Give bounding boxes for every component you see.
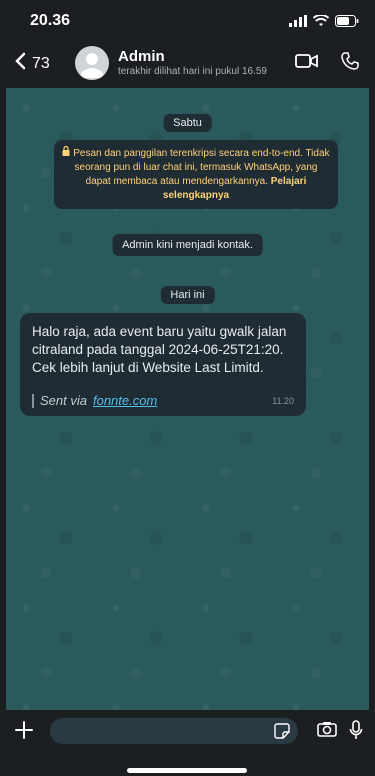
chat-area[interactable]: Sabtu Pesan dan panggilan terenkripsi se… <box>6 88 369 710</box>
status-time: 20.36 <box>30 12 71 29</box>
microphone-icon[interactable] <box>349 720 363 745</box>
date-separator-saturday: Sabtu <box>163 114 212 132</box>
quote-bar <box>32 393 34 408</box>
system-message-contact: Admin kini menjadi kontak. <box>112 234 263 256</box>
home-bar-area <box>0 752 375 776</box>
header-actions <box>295 52 359 75</box>
sticker-icon[interactable] <box>274 723 290 744</box>
phone-call-icon[interactable] <box>341 52 359 75</box>
chevron-left-icon <box>14 52 26 75</box>
last-seen: terakhir dilihat hari ini pukul 16.59 <box>118 66 267 77</box>
battery-icon <box>335 14 359 32</box>
sent-via-label: Sent via <box>40 393 87 408</box>
message-text: Halo raja, ada event baru yaitu gwalk ja… <box>32 324 291 375</box>
chat-header: 73 Admin terakhir dilihat hari ini pukul… <box>0 40 375 88</box>
message-bubble[interactable]: Halo raja, ada event baru yaitu gwalk ja… <box>20 313 306 416</box>
back-button[interactable]: 73 <box>14 52 50 75</box>
status-icons <box>289 14 359 32</box>
avatar[interactable] <box>75 46 109 80</box>
sent-via: Sent via fonnte.com <box>32 393 157 408</box>
signal-icon <box>289 14 307 32</box>
lock-icon <box>62 145 73 159</box>
unread-count: 73 <box>32 54 50 72</box>
camera-icon[interactable] <box>317 721 337 742</box>
message-input[interactable] <box>50 718 298 744</box>
plus-icon[interactable] <box>14 720 34 745</box>
encryption-notice[interactable]: Pesan dan panggilan terenkripsi secara e… <box>54 140 338 209</box>
input-bar <box>0 710 375 752</box>
wifi-icon <box>312 14 330 32</box>
home-indicator[interactable] <box>127 768 247 773</box>
fonnte-link[interactable]: fonnte.com <box>93 393 157 408</box>
contact-name[interactable]: Admin <box>118 48 165 65</box>
message-footer: Sent via fonnte.com 11.20 <box>32 393 294 408</box>
video-call-icon[interactable] <box>295 53 319 74</box>
message-time: 11.20 <box>272 395 294 406</box>
status-bar: 20.36 <box>0 0 375 40</box>
date-separator-today: Hari ini <box>160 286 215 304</box>
